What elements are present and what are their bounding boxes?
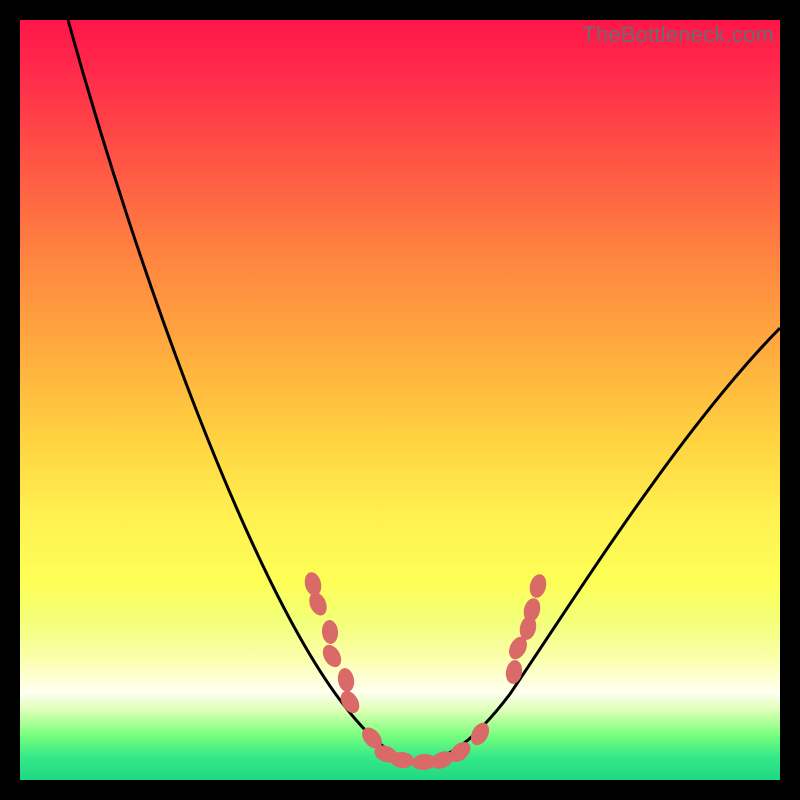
marker-point	[336, 667, 356, 693]
chart-area: TheBottleneck.com	[20, 20, 780, 780]
marker-point	[306, 590, 330, 618]
main-curve	[68, 20, 780, 762]
marker-point	[504, 659, 524, 685]
marker-point	[527, 572, 548, 599]
marker-group	[302, 570, 548, 772]
curve-svg	[20, 20, 780, 780]
marker-point	[319, 642, 345, 671]
watermark-text: TheBottleneck.com	[582, 22, 774, 48]
marker-point	[321, 619, 339, 644]
marker-point	[467, 720, 493, 749]
